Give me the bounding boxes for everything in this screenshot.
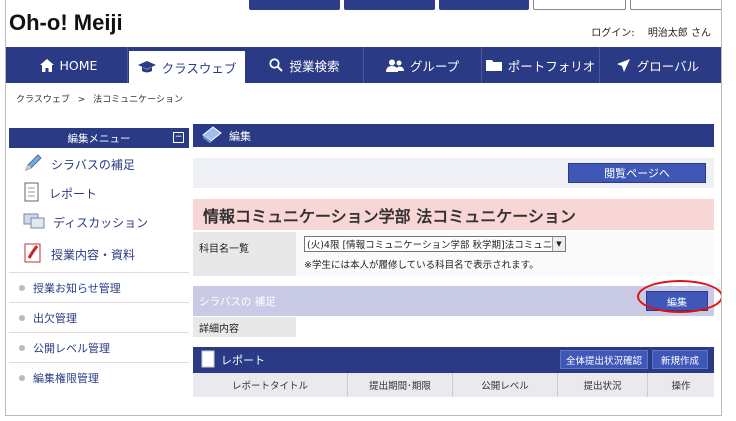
bullet-icon [19, 284, 25, 291]
column-header: 提出状況 [558, 373, 648, 397]
airplane-icon [616, 58, 631, 73]
sidebar-item-discussion[interactable]: ディスカッション [9, 208, 189, 237]
bullet-icon [19, 374, 25, 381]
edit-section-header: 編集 [193, 124, 714, 147]
report-section-header: レポート 全体提出状況確認 新規作成 [193, 347, 714, 373]
breadcrumb-link[interactable]: クラスウェブ [16, 95, 70, 105]
notebook-icon [23, 242, 43, 267]
computer-icon [23, 212, 45, 233]
chevron-down-icon[interactable]: ▼ [552, 237, 565, 251]
top-utility-strip [249, 0, 721, 13]
column-header: 操作 [671, 381, 691, 392]
user-name: 明治太郎 さん [647, 28, 711, 39]
syllabus-supplement-bar: シラバスの 補足 編集 [193, 280, 721, 316]
column-header: 提出期間･期限 [348, 373, 453, 397]
view-page-button[interactable]: 閲覧ページへ [568, 163, 706, 183]
breadcrumb-current: 法コミュニケーション [93, 95, 183, 105]
sidebar-item-permissions[interactable]: 編集権限管理 [9, 362, 189, 392]
sidebar-item-report[interactable]: レポート [9, 179, 189, 208]
utility-tab[interactable] [343, 0, 435, 10]
collapse-icon[interactable]: − [173, 132, 184, 143]
nav-item-group[interactable]: グループ [364, 47, 482, 83]
sidebar-header: 編集メニュー − [9, 128, 189, 148]
nav-item-search[interactable]: 授業検索 [246, 47, 364, 83]
column-header: レポートタイトル [193, 373, 348, 397]
utility-tab[interactable] [630, 0, 721, 10]
syllabus-label: シラバスの 補足 [199, 295, 276, 308]
sidebar-item-materials[interactable]: 授業内容・資料 [9, 237, 189, 272]
search-icon [269, 58, 284, 72]
user-info: ログイン: 明治太郎 さん [591, 24, 711, 39]
column-header: 公開レベル [453, 373, 558, 397]
utility-tab[interactable] [438, 0, 530, 10]
main-content: 編集 閲覧ページへ 情報コミュニケーション学部 法コミュニケーション 科目名一覧… [193, 124, 721, 397]
sidebar-item-attendance[interactable]: 出欠管理 [9, 302, 189, 332]
document-icon [23, 182, 41, 205]
detail-label: 詳細内容 [193, 317, 296, 337]
nav-item-classweb[interactable]: クラスウェブ [128, 50, 246, 83]
folder-icon [485, 59, 502, 71]
page-frame: Oh-o! Meiji ログイン: 明治太郎 さん HOME クラスウェブ 授業… [5, 0, 722, 416]
edit-sidebar: 編集メニュー − シラバスの補足 レポート ディスカッション 授業内容・資料 授… [9, 128, 189, 392]
home-icon [39, 58, 54, 72]
nav-item-home[interactable]: HOME [10, 47, 128, 83]
subject-list-label: 科目名一覧 [193, 232, 296, 276]
sidebar-item-syllabus[interactable]: シラバスの補足 [9, 150, 189, 179]
main-nav: HOME クラスウェブ 授業検索 グループ ポートフォリオ グローバル [6, 47, 721, 83]
detail-row: 詳細内容 [193, 317, 714, 337]
report-status-button[interactable]: 全体提出状況確認 [560, 350, 648, 369]
document-icon [201, 350, 215, 371]
new-report-button[interactable]: 新規作成 [652, 350, 708, 369]
nav-item-global[interactable]: グローバル [600, 47, 715, 83]
breadcrumb: クラスウェブ > 法コミュニケーション [16, 95, 183, 105]
login-label: ログイン: [591, 28, 635, 39]
sidebar-item-visibility[interactable]: 公開レベル管理 [9, 332, 189, 362]
subject-list-row: 科目名一覧 (火)4限 [情報コミュニケーション学部 秋学期]法コミュニケーシ … [193, 232, 714, 276]
sidebar-item-notices[interactable]: 授業お知らせ管理 [9, 272, 189, 302]
bullet-icon [19, 314, 25, 321]
site-logo[interactable]: Oh-o! Meiji [9, 10, 123, 36]
mortarboard-icon [137, 61, 156, 73]
bullet-icon [19, 344, 25, 351]
highlight-ring [637, 280, 721, 313]
book-icon [201, 125, 223, 146]
utility-tab[interactable] [249, 0, 340, 10]
pencil-icon [23, 153, 43, 176]
utility-tab[interactable] [533, 0, 627, 10]
group-icon [385, 59, 404, 72]
subject-note: ※学生には本人が履修している科目名で表示されます。 [304, 260, 539, 271]
course-title: 情報コミュニケーション学部 法コミュニケーション [193, 199, 714, 230]
nav-item-portfolio[interactable]: ポートフォリオ [482, 47, 600, 83]
report-table-header: レポートタイトル 提出期間･期限 公開レベル 提出状況 操作 [193, 373, 714, 397]
view-page-area: 閲覧ページへ [193, 158, 714, 188]
subject-select[interactable]: (火)4限 [情報コミュニケーション学部 秋学期]法コミュニケーシ ▼ [304, 236, 566, 252]
